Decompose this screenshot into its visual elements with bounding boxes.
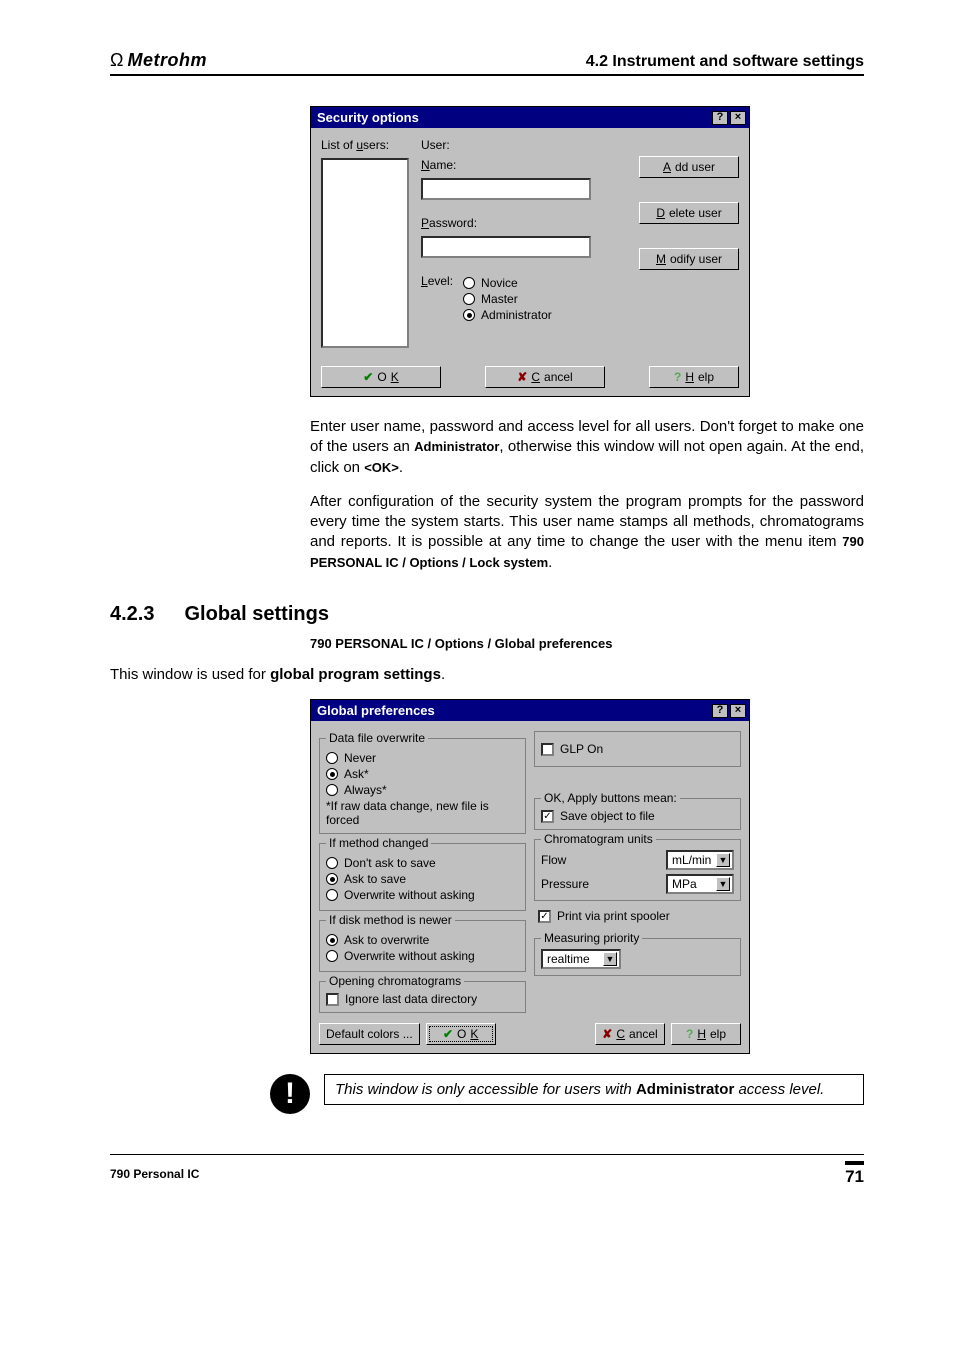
page-header: Ω Metrohm 4.2 Instrument and software se… xyxy=(110,50,864,76)
header-section-title: 4.2 Instrument and software settings xyxy=(586,53,864,71)
gp-help-button[interactable]: ? Help xyxy=(671,1023,741,1045)
delete-user-button[interactable]: Delete user xyxy=(639,202,739,224)
user-label: User: xyxy=(421,138,629,152)
radio-imc-ask[interactable]: Ask to save xyxy=(326,872,519,886)
dropdown-arrow-icon: ▼ xyxy=(603,952,617,966)
users-listbox[interactable] xyxy=(321,158,409,348)
gp-help-title-button[interactable]: ? xyxy=(712,704,728,718)
dropdown-arrow-icon: ▼ xyxy=(716,877,730,891)
dfo-note: *If raw data change, new file is forced xyxy=(326,799,519,827)
select-priority[interactable]: realtime▼ xyxy=(541,949,621,969)
radio-ask[interactable]: Ask* xyxy=(326,767,519,781)
brand-logo-icon: Ω xyxy=(110,50,123,71)
intro-para: This window is used for global program s… xyxy=(110,665,864,685)
list-of-users-label: List of users: xyxy=(321,138,411,152)
fs-glp: GLP On xyxy=(534,731,741,767)
chk-glp-on[interactable]: GLP On xyxy=(541,742,734,756)
radio-master[interactable]: Master xyxy=(463,292,629,306)
fs-if-method-changed: If method changed Don't ask to save Ask … xyxy=(319,836,526,911)
dropdown-arrow-icon: ▼ xyxy=(716,853,730,867)
exclamation-icon: ! xyxy=(270,1074,310,1114)
fs-measuring-priority: Measuring priority realtime▼ xyxy=(534,931,741,976)
section-heading-423: 4.2.3 Global settings xyxy=(110,603,864,626)
help-title-button[interactable]: ? xyxy=(712,111,728,125)
brand-name: Metrohm xyxy=(127,50,207,71)
question-icon: ? xyxy=(686,1027,693,1041)
admin-note: ! This window is only accessible for use… xyxy=(270,1074,864,1114)
level-label: Level: xyxy=(421,274,453,288)
cancel-button[interactable]: ✘ Cancel xyxy=(485,366,605,388)
x-icon: ✘ xyxy=(517,370,527,384)
radio-imc-over[interactable]: Overwrite without asking xyxy=(326,888,519,902)
paragraph-1: Enter user name, password and access lev… xyxy=(310,417,864,478)
chk-ignore-last-dir[interactable]: Ignore last data directory xyxy=(326,992,519,1006)
default-colors-button[interactable]: Default colors ... xyxy=(319,1023,420,1045)
radio-never[interactable]: Never xyxy=(326,751,519,765)
gp-ok-button[interactable]: ✔ OK xyxy=(426,1023,496,1045)
fs-ok-apply: OK, Apply buttons mean: Save object to f… xyxy=(534,791,741,830)
fs-opening-chromatograms: Opening chromatograms Ignore last data d… xyxy=(319,974,526,1013)
fs-data-file-overwrite: Data file overwrite Never Ask* Always* *… xyxy=(319,731,526,834)
global-preferences-window: Global preferences ? × Data file overwri… xyxy=(310,699,750,1054)
name-label: Name: xyxy=(421,158,629,172)
gp-cancel-button[interactable]: ✘ Cancel xyxy=(595,1023,665,1045)
brand: Ω Metrohm xyxy=(110,50,207,71)
radio-always[interactable]: Always* xyxy=(326,783,519,797)
name-input[interactable] xyxy=(421,178,591,200)
radio-novice[interactable]: Novice xyxy=(463,276,629,290)
menupath: 790 PERSONAL IC / Options / Global prefe… xyxy=(310,636,864,651)
radio-idn-over[interactable]: Overwrite without asking xyxy=(326,949,519,963)
fs-if-disk-newer: If disk method is newer Ask to overwrite… xyxy=(319,913,526,972)
ok-button[interactable]: ✔ OK xyxy=(321,366,441,388)
password-label: Password: xyxy=(421,216,629,230)
gp-titlebar[interactable]: Global preferences ? × xyxy=(311,700,749,721)
security-options-window: Security options ? × List of users: User… xyxy=(310,106,750,397)
radio-idn-ask[interactable]: Ask to overwrite xyxy=(326,933,519,947)
gp-window-title: Global preferences xyxy=(317,703,435,718)
radio-imc-dont[interactable]: Don't ask to save xyxy=(326,856,519,870)
chk-save-object[interactable]: Save object to file xyxy=(541,809,734,823)
chk-print-spooler[interactable]: Print via print spooler xyxy=(538,909,737,923)
radio-administrator[interactable]: Administrator xyxy=(463,308,629,322)
modify-user-button[interactable]: Modify user xyxy=(639,248,739,270)
paragraph-2: After configuration of the security syst… xyxy=(310,492,864,573)
titlebar[interactable]: Security options ? × xyxy=(311,107,749,128)
password-input[interactable] xyxy=(421,236,591,258)
close-title-button[interactable]: × xyxy=(730,111,746,125)
footer-left: 790 Personal IC xyxy=(110,1167,199,1181)
question-icon: ? xyxy=(674,370,681,384)
x-icon: ✘ xyxy=(602,1027,612,1041)
window-title: Security options xyxy=(317,110,419,125)
select-pressure-unit[interactable]: MPa▼ xyxy=(666,874,734,894)
help-button[interactable]: ? Help xyxy=(649,366,739,388)
check-icon: ✔ xyxy=(443,1027,453,1041)
select-flow-unit[interactable]: mL/min▼ xyxy=(666,850,734,870)
fs-chromatogram-units: Chromatogram units Flow mL/min▼ Pressure… xyxy=(534,832,741,901)
check-icon: ✔ xyxy=(363,370,373,384)
add-user-button[interactable]: Add user xyxy=(639,156,739,178)
page-footer: 790 Personal IC 71 xyxy=(110,1154,864,1187)
page-number: 71 xyxy=(845,1161,864,1187)
gp-close-title-button[interactable]: × xyxy=(730,704,746,718)
